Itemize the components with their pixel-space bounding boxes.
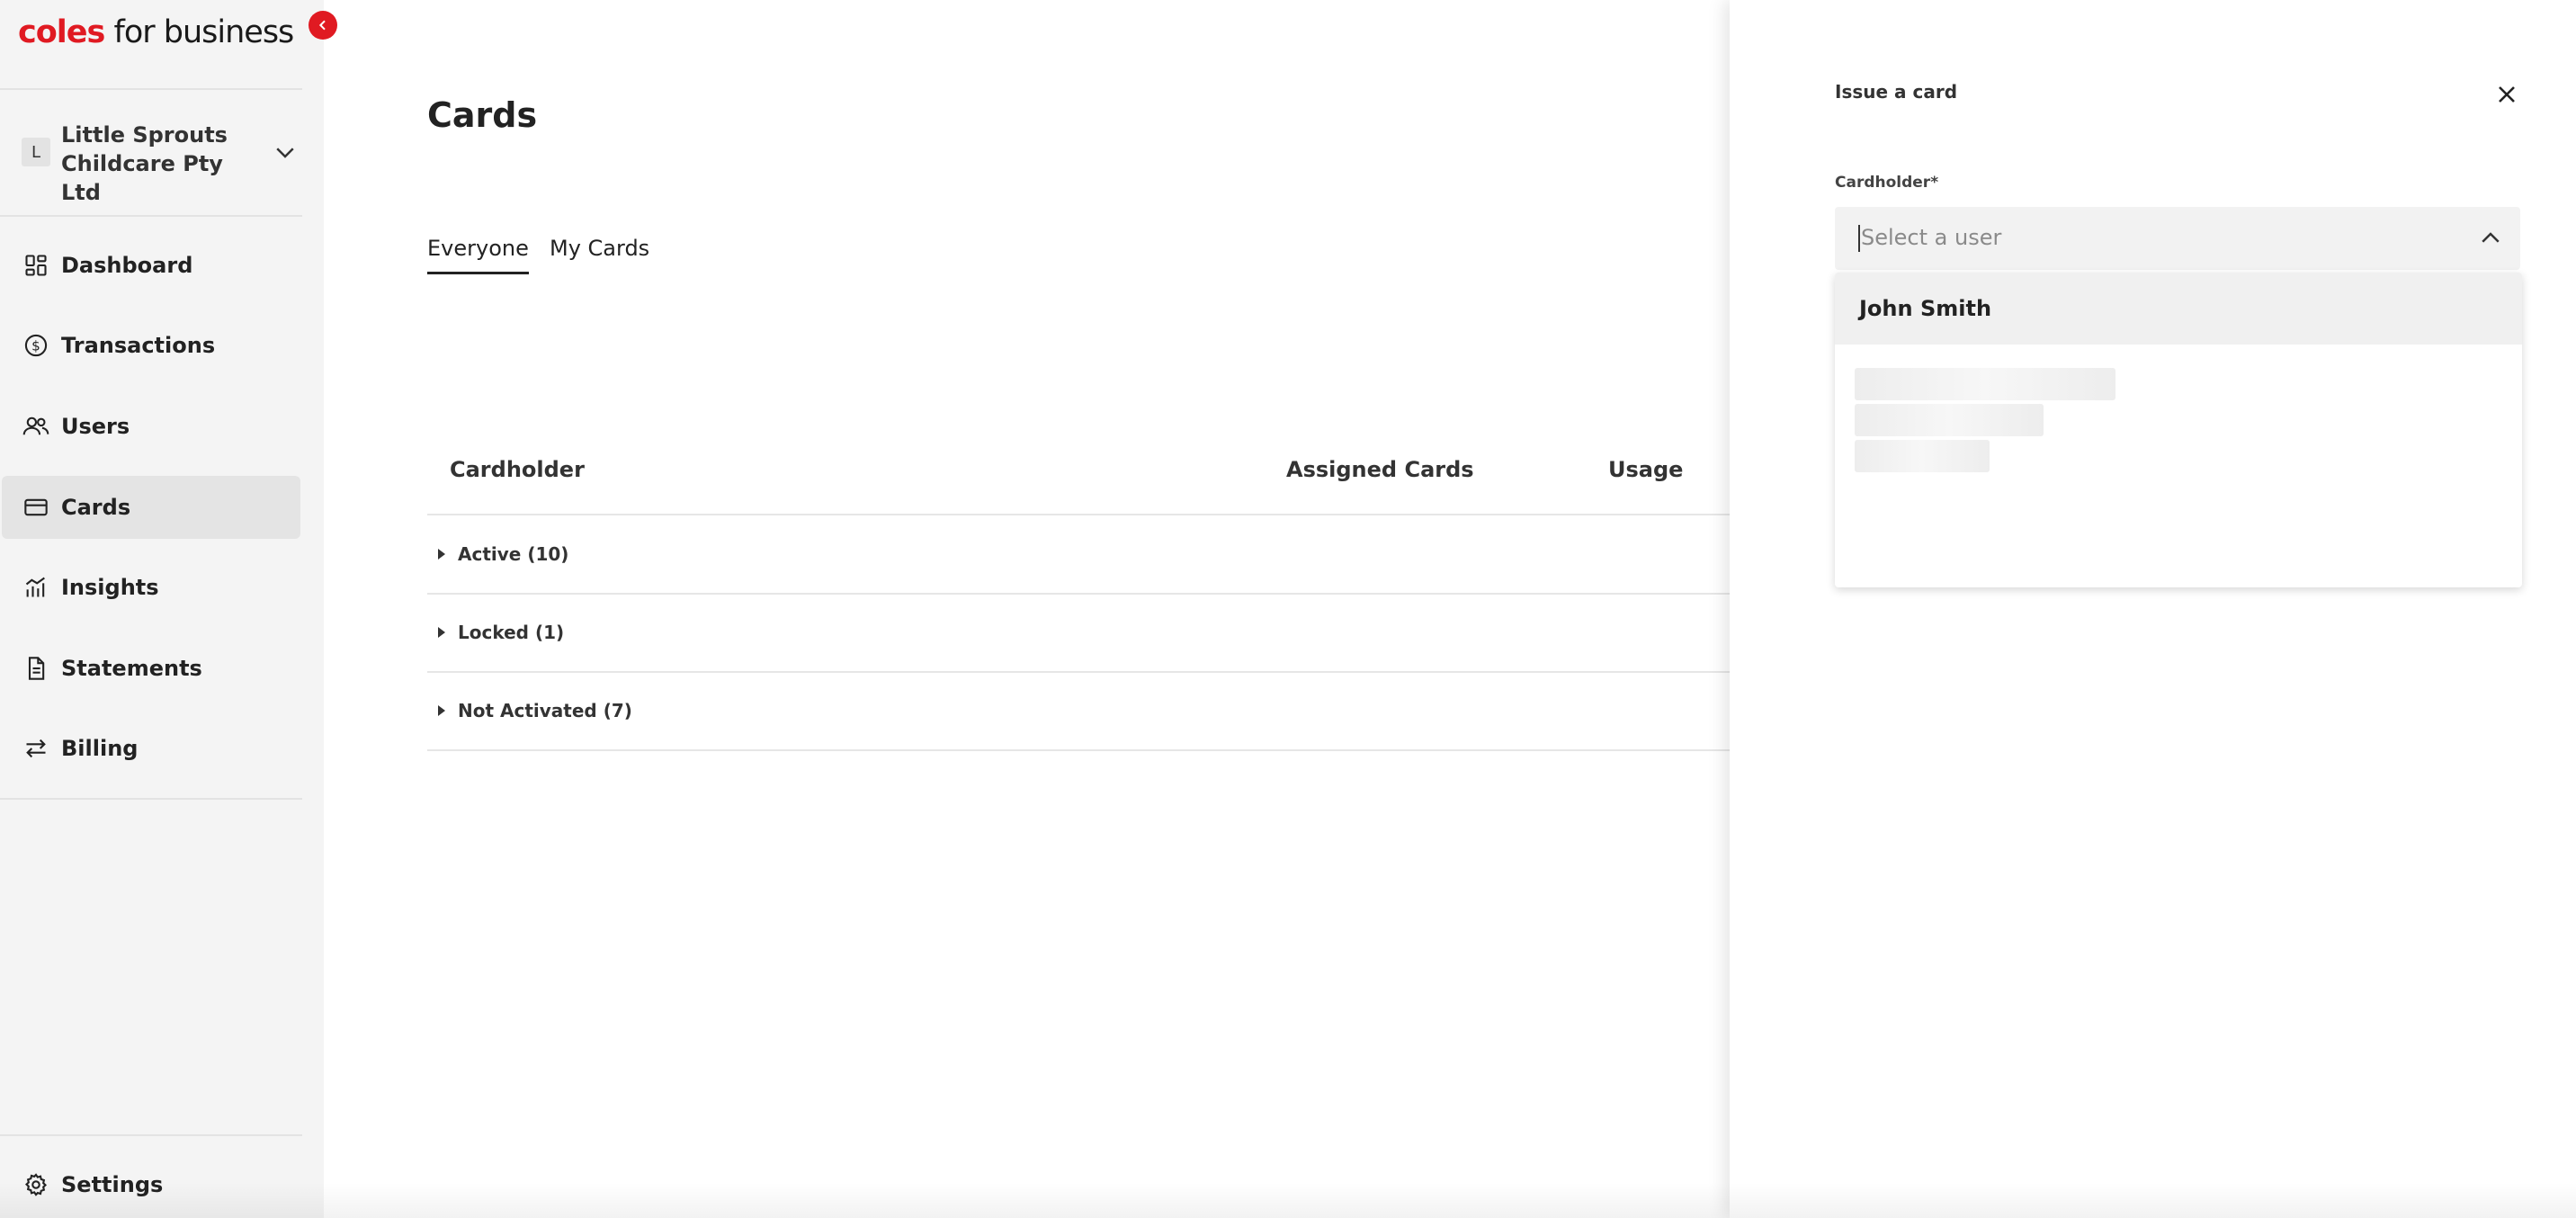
tab-everyone[interactable]: Everyone bbox=[427, 236, 529, 274]
sidebar-item-transactions[interactable]: $ Transactions bbox=[2, 314, 300, 377]
group-label: Not Activated (7) bbox=[458, 700, 632, 721]
issue-card-panel: Issue a card Cardholder* Select a user J… bbox=[1730, 0, 2576, 1218]
close-button[interactable] bbox=[2491, 79, 2522, 110]
transfer-icon bbox=[22, 734, 50, 763]
caret-right-icon bbox=[438, 627, 445, 638]
column-header-cardholder[interactable]: Cardholder bbox=[450, 457, 585, 482]
cardholder-select[interactable]: Select a user bbox=[1835, 207, 2520, 270]
logo-brand: coles bbox=[18, 14, 105, 50]
panel-title: Issue a card bbox=[1835, 81, 1958, 103]
insights-icon bbox=[22, 573, 50, 602]
cardholder-dropdown: John Smith bbox=[1835, 273, 2522, 587]
tab-my-cards[interactable]: My Cards bbox=[550, 236, 649, 272]
org-avatar: L bbox=[22, 138, 50, 166]
chevron-down-icon[interactable] bbox=[272, 139, 299, 166]
sidebar-item-label: Billing bbox=[61, 736, 139, 761]
close-icon bbox=[2499, 86, 2515, 103]
sidebar-item-label: Users bbox=[61, 414, 130, 439]
sidebar-item-cards[interactable]: Cards bbox=[2, 476, 300, 539]
sidebar-item-label: Insights bbox=[61, 575, 159, 600]
group-label: Active (10) bbox=[458, 543, 569, 565]
chevron-left-icon bbox=[318, 20, 326, 31]
sidebar-divider bbox=[0, 1134, 302, 1136]
sidebar-item-label: Transactions bbox=[61, 333, 216, 358]
option-label: John Smith bbox=[1859, 296, 1992, 321]
sidebar-divider bbox=[0, 215, 302, 217]
column-header-assigned-cards[interactable]: Assigned Cards bbox=[1286, 457, 1474, 482]
sidebar: coles for business L Little Sprouts Chil… bbox=[0, 0, 324, 1218]
sidebar-divider bbox=[0, 88, 302, 90]
card-icon bbox=[22, 493, 50, 522]
table-group-row[interactable]: Locked (1) bbox=[427, 594, 1731, 673]
sidebar-item-billing[interactable]: Billing bbox=[2, 717, 300, 780]
sidebar-item-label: Dashboard bbox=[61, 253, 193, 278]
sidebar-item-label: Cards bbox=[61, 495, 131, 520]
bottom-shadow bbox=[0, 1182, 2576, 1218]
cardholder-field-label: Cardholder* bbox=[1835, 174, 1939, 192]
loading-skeleton bbox=[1855, 368, 2115, 400]
sidebar-divider bbox=[0, 798, 302, 800]
sidebar-item-statements[interactable]: Statements bbox=[2, 637, 300, 700]
loading-skeleton bbox=[1855, 404, 2044, 436]
coles-for-business-logo[interactable]: coles for business bbox=[18, 14, 295, 50]
select-placeholder: Select a user bbox=[1861, 225, 2002, 250]
loading-skeleton bbox=[1855, 440, 1990, 472]
sidebar-item-insights[interactable]: Insights bbox=[2, 556, 300, 619]
table-group-row[interactable]: Active (10) bbox=[427, 515, 1731, 595]
dashboard-icon bbox=[22, 251, 50, 280]
org-name: Little Sprouts Childcare Pty Ltd bbox=[61, 122, 228, 205]
sidebar-item-users[interactable]: Users bbox=[2, 395, 300, 458]
chevron-up-icon[interactable] bbox=[2477, 225, 2504, 252]
page-title: Cards bbox=[427, 95, 538, 135]
collapse-sidebar-button[interactable] bbox=[309, 11, 337, 40]
group-label: Locked (1) bbox=[458, 622, 565, 643]
table-group-row[interactable]: Not Activated (7) bbox=[427, 672, 1731, 751]
dollar-circle-icon: $ bbox=[22, 331, 50, 360]
dropdown-option[interactable]: John Smith bbox=[1835, 273, 2522, 345]
caret-right-icon bbox=[438, 705, 445, 716]
caret-right-icon bbox=[438, 549, 445, 560]
svg-text:$: $ bbox=[31, 337, 40, 354]
logo-suffix: for business bbox=[104, 14, 295, 50]
organization-switcher[interactable]: L Little Sprouts Childcare Pty Ltd bbox=[20, 121, 299, 205]
text-cursor bbox=[1858, 225, 1860, 252]
column-header-usage[interactable]: Usage bbox=[1608, 457, 1683, 482]
document-icon bbox=[22, 654, 50, 683]
users-icon bbox=[22, 412, 50, 441]
sidebar-item-label: Statements bbox=[61, 656, 202, 681]
sidebar-item-dashboard[interactable]: Dashboard bbox=[2, 234, 300, 297]
